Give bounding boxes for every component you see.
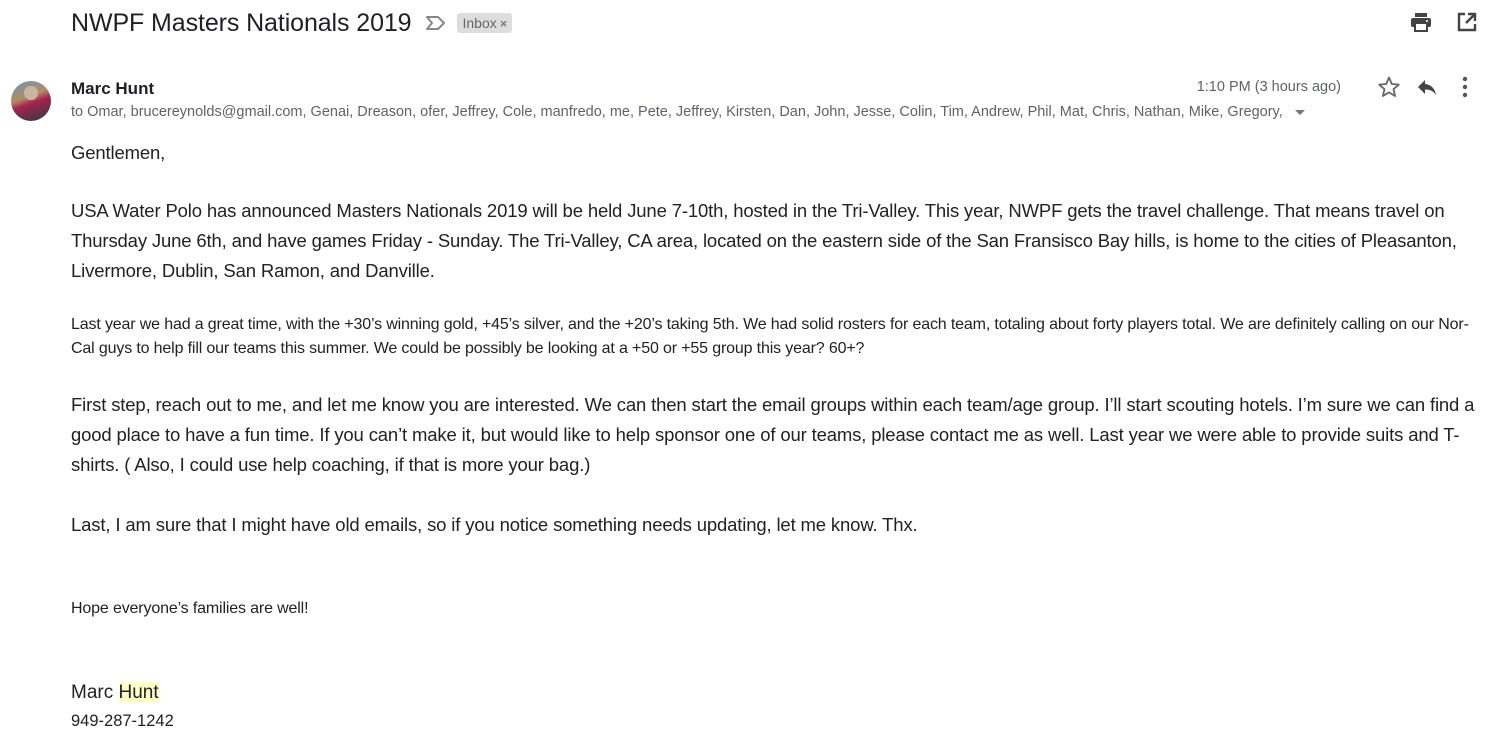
greeting: Gentlemen,	[71, 142, 166, 163]
signature-phone: 949-287-1242	[71, 712, 174, 730]
signature-highlighted-name: Hunt	[118, 682, 159, 703]
more-vert-icon[interactable]	[1453, 75, 1477, 99]
body-paragraph: First step, reach out to me, and let me …	[71, 394, 1475, 475]
recipients-line: to Omar, brucereynolds@gmail.com, Genai,…	[71, 104, 1305, 120]
signature-name: Marc Hunt	[71, 682, 159, 704]
timestamp: 1:10 PM (3 hours ago)	[1196, 79, 1341, 95]
open-in-new-window-icon[interactable]	[1455, 10, 1479, 34]
sender-avatar[interactable]	[11, 81, 51, 121]
body-paragraph: Last, I am sure that I might have old em…	[71, 514, 918, 535]
star-icon[interactable]	[1377, 75, 1401, 99]
body-paragraph: USA Water Polo has announced Masters Nat…	[71, 200, 1457, 281]
subject-row: NWPF Masters Nationals 2019 Inbox ×	[71, 6, 513, 40]
sender-name[interactable]: Marc Hunt	[71, 79, 154, 99]
email-subject: NWPF Masters Nationals 2019	[71, 8, 412, 37]
print-icon[interactable]	[1409, 10, 1433, 34]
top-actions	[1409, 10, 1479, 34]
reply-icon[interactable]	[1415, 75, 1439, 99]
recipients-list: to Omar, brucereynolds@gmail.com, Genai,…	[71, 104, 1283, 120]
chevron-down-icon[interactable]	[1294, 109, 1305, 115]
importance-marker-icon[interactable]	[425, 14, 447, 32]
label-chip-text: Inbox	[462, 15, 497, 31]
body-paragraph: Last year we had a great time, with the …	[71, 316, 1469, 357]
body-paragraph: Hope everyone’s families are well!	[71, 600, 309, 617]
message-meta: 1:10 PM (3 hours ago)	[1197, 75, 1477, 99]
signature-first-name: Marc	[71, 682, 119, 703]
remove-label-button[interactable]: ×	[500, 16, 508, 31]
label-chip-inbox[interactable]: Inbox ×	[457, 13, 513, 33]
